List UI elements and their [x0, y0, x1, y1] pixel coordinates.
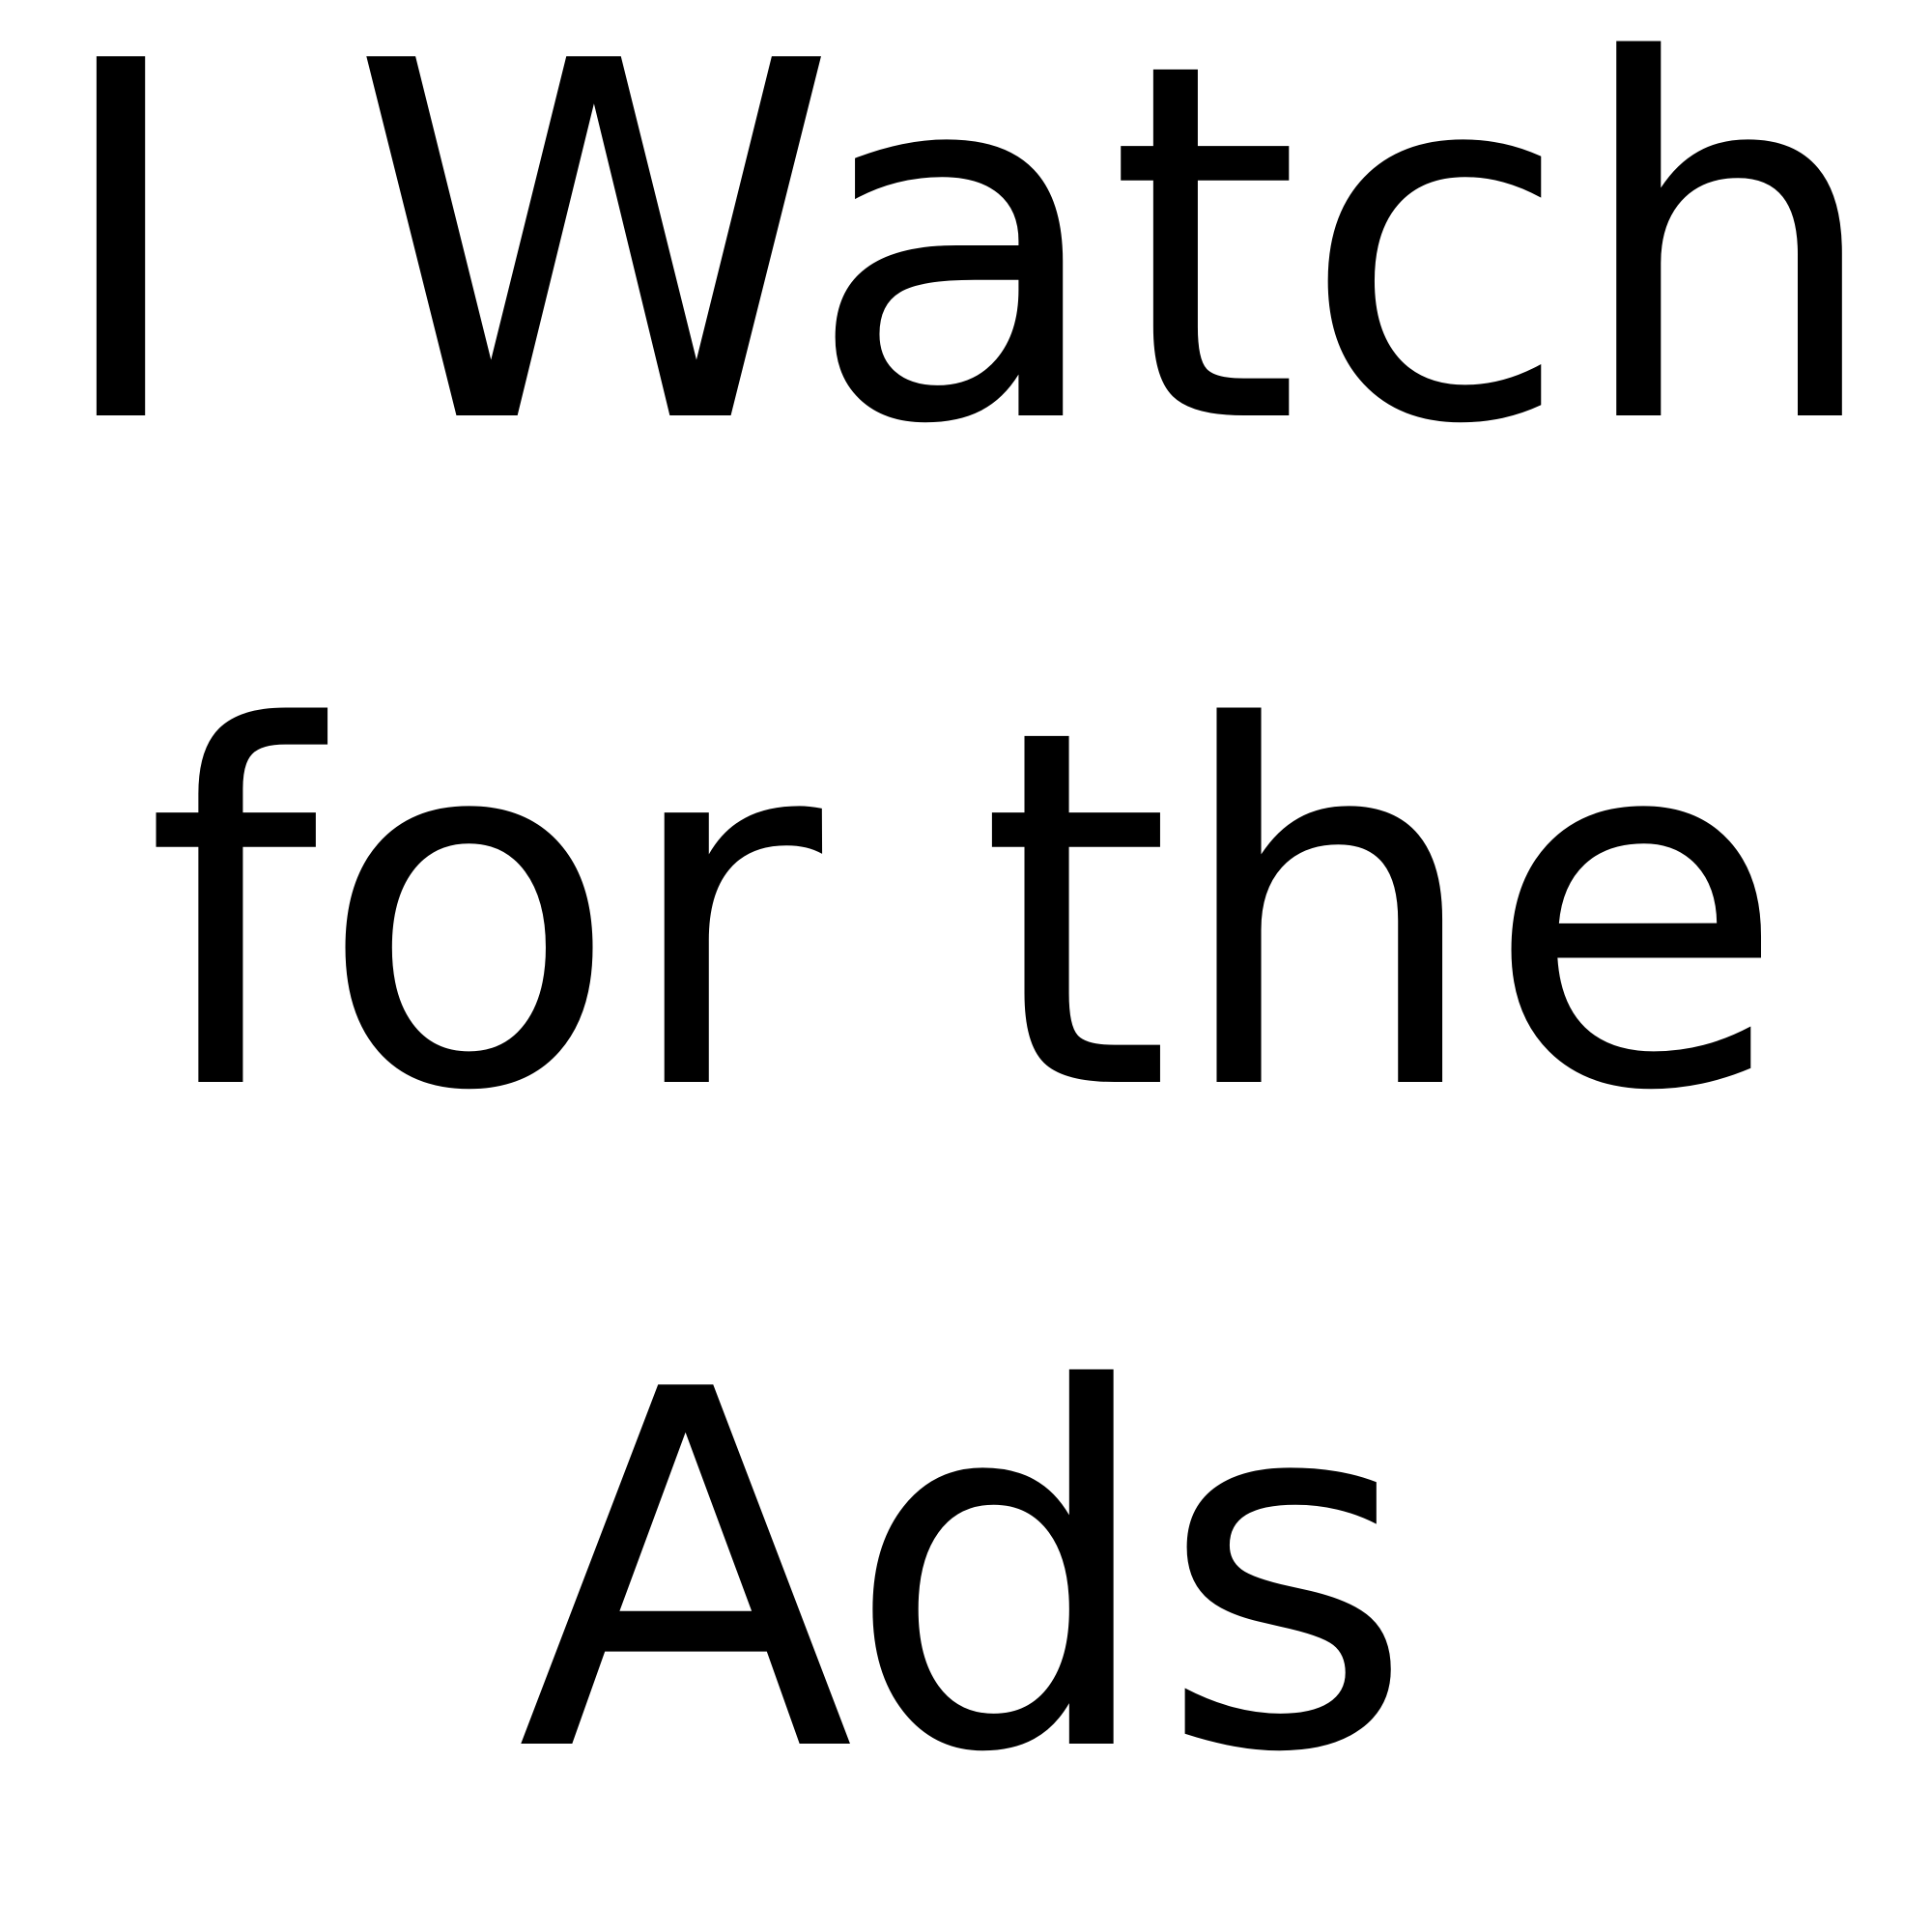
text-line-1: I Watch	[47, 0, 1885, 532]
text-canvas: I Watch for the Ads	[0, 0, 1932, 1932]
text-line-2: for the	[144, 626, 1788, 1199]
text-line-3: Ads	[517, 1288, 1415, 1861]
